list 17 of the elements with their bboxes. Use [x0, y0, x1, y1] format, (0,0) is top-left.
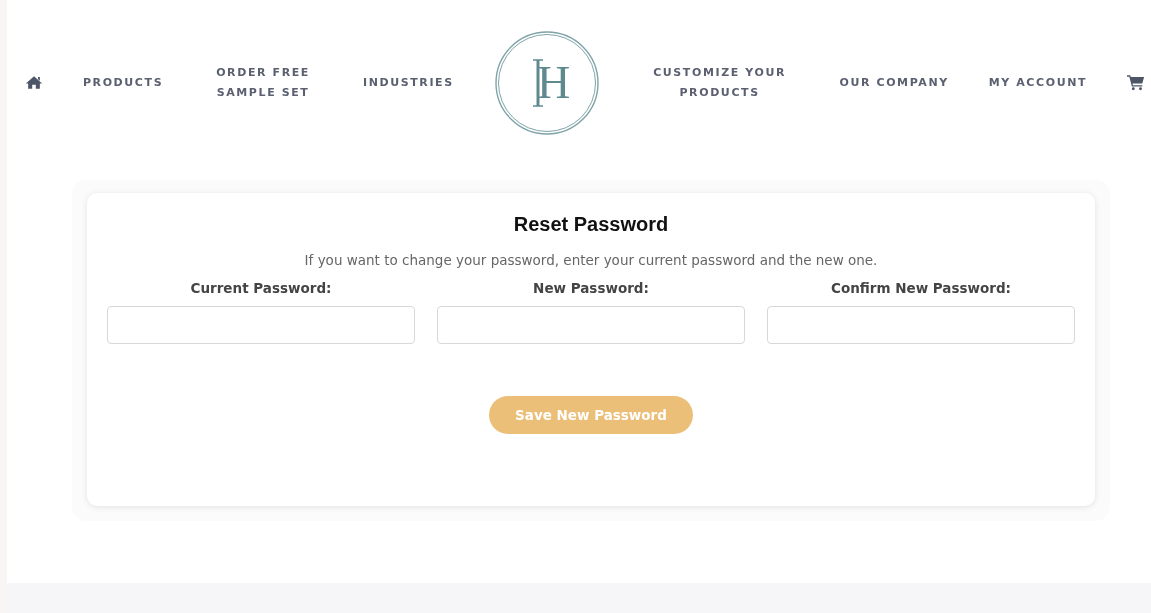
home-icon[interactable] — [25, 75, 43, 90]
nav-link[interactable]: CUSTOMIZE YOUR PRODUCTS — [639, 62, 800, 103]
field-label: Current Password: — [190, 280, 332, 296]
password-field[interactable] — [437, 306, 745, 344]
nav-link[interactable]: OUR COMPANY — [839, 72, 949, 93]
field-label: Confirm New Password: — [831, 280, 1011, 296]
field-label: New Password: — [533, 280, 649, 296]
cart-icon[interactable] — [1127, 74, 1145, 91]
nav-link[interactable]: INDUSTRIES — [362, 72, 454, 93]
nav-link[interactable]: MY ACCOUNT — [988, 72, 1088, 93]
logo[interactable]: H — [493, 29, 600, 136]
password-field[interactable] — [767, 306, 1075, 344]
form-title: Reset Password — [512, 213, 670, 236]
password-field[interactable] — [107, 306, 415, 344]
nav-link[interactable]: ORDER FREE SAMPLE SET — [203, 62, 324, 103]
form-description: If you want to change your password, enter your current password and the new one. — [303, 252, 879, 268]
nav-link[interactable]: PRODUCTS — [82, 72, 164, 93]
